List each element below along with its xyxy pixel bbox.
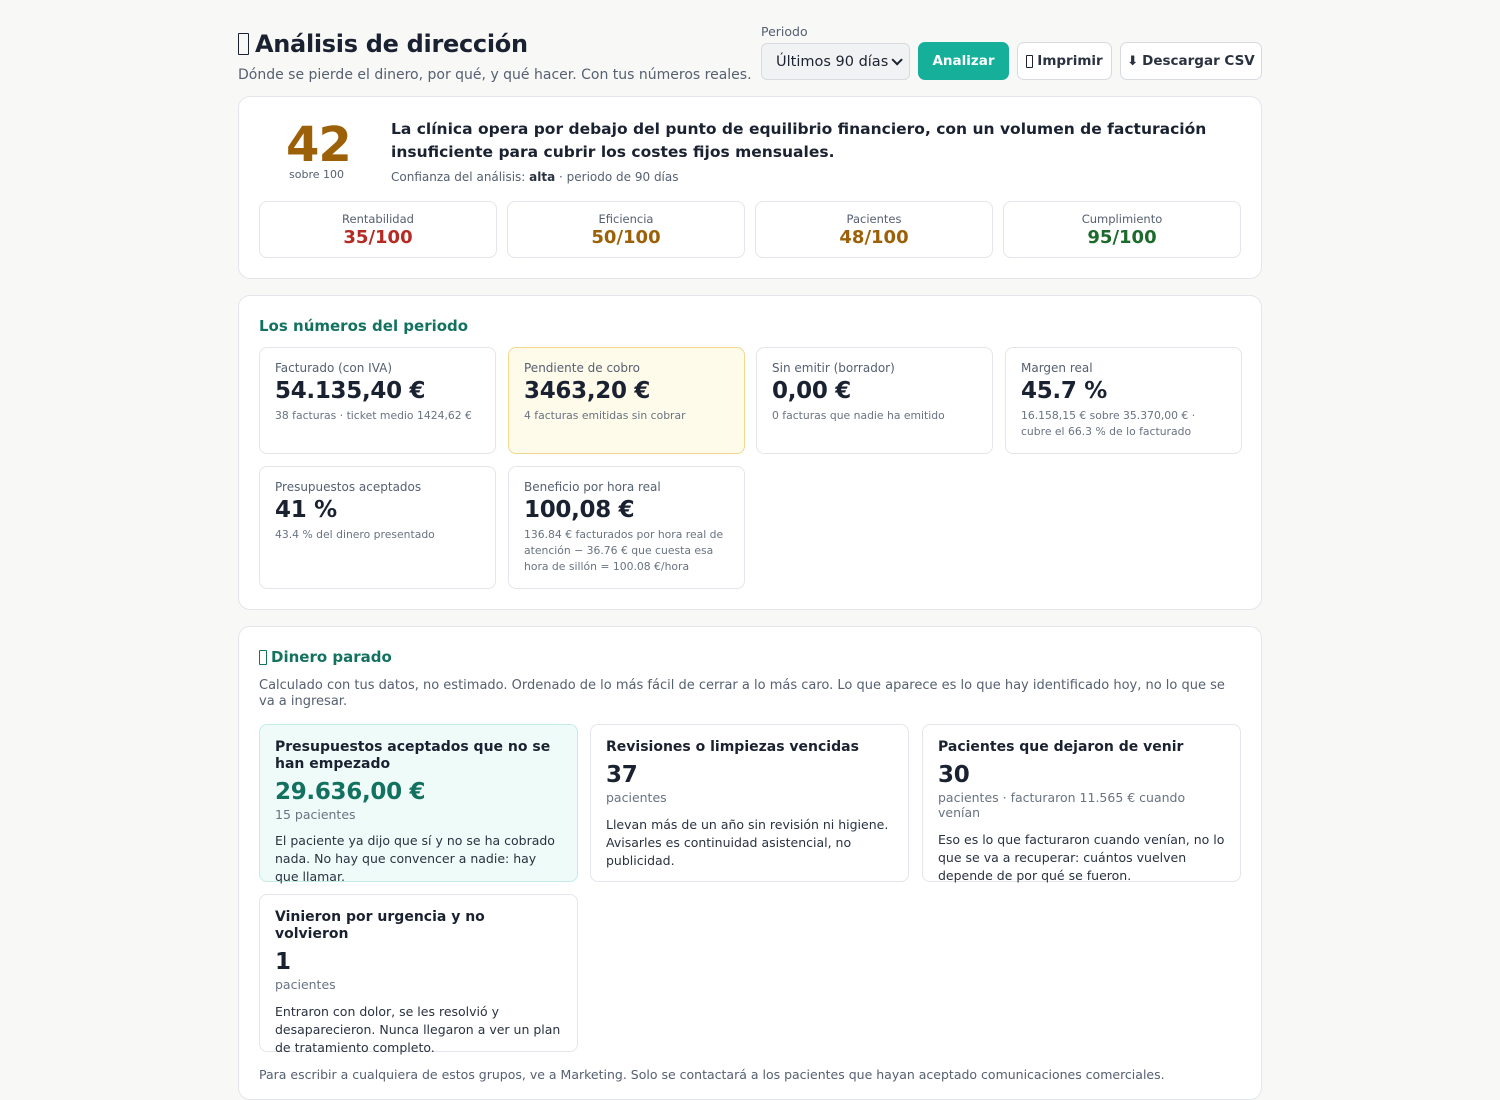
- metric-value: 35/100: [343, 227, 413, 248]
- idle-title: Presupuestos aceptados que no se han emp…: [275, 739, 551, 772]
- idle-unit: pacientes: [275, 977, 336, 992]
- kpi-value: 3463,20 €: [524, 378, 651, 404]
- kpi-draft: Sin emitir (borrador) 0,00 € 0 facturas …: [756, 347, 993, 454]
- metric-label: Pacientes: [846, 212, 902, 226]
- idle-lapsed-patients: Pacientes que dejaron de venir 30 pacien…: [922, 724, 1241, 883]
- metric-eficiencia: Eficiencia 50/100: [507, 201, 745, 258]
- kpi-label: Beneficio por hora real: [524, 480, 661, 494]
- idle-desc: Eso es lo que facturaron cuando venían, …: [938, 832, 1225, 883]
- score-card: 42 sobre 100 La clínica opera por debajo…: [238, 96, 1262, 279]
- kpi-note: 43.4 % del dinero presentado: [275, 528, 435, 541]
- kpi-note: 0 facturas que nadie ha emitido: [772, 409, 945, 422]
- page-title: Análisis de dirección: [238, 30, 752, 58]
- page-subtitle: Dónde se pierde el dinero, por qué, y qu…: [238, 67, 752, 83]
- kpi-value: 0,00 €: [772, 378, 851, 404]
- download-arrow-icon: ⬇: [1127, 53, 1139, 69]
- print-button-label: Imprimir: [1037, 53, 1103, 69]
- section-intro: Calculado con tus datos, no estimado. Or…: [259, 678, 1225, 709]
- idle-title: Vinieron por urgencia y no volvieron: [275, 909, 485, 942]
- period-label: Periodo: [761, 24, 808, 39]
- print-button[interactable]: Imprimir: [1017, 42, 1112, 80]
- title-block: Análisis de dirección Dónde se pierde el…: [238, 30, 752, 83]
- printer-icon: [1026, 54, 1034, 68]
- kpi-value: 45.7 %: [1021, 378, 1107, 404]
- kpi-invoiced: Facturado (con IVA) 54.135,40 € 38 factu…: [259, 347, 496, 454]
- kpi-label: Margen real: [1021, 361, 1093, 375]
- page-header: Análisis de dirección Dónde se pierde el…: [238, 0, 1262, 96]
- kpi-value: 100,08 €: [524, 497, 635, 523]
- page-title-text: Análisis de dirección: [255, 30, 528, 58]
- period-selected-value: Últimos 90 días: [776, 53, 889, 70]
- sub-scores: Rentabilidad 35/100 Eficiencia 50/100 Pa…: [259, 201, 1241, 258]
- score-scale: sobre 100: [289, 168, 344, 181]
- kpi-label: Sin emitir (borrador): [772, 361, 895, 375]
- kpi-note: 4 facturas emitidas sin cobrar: [524, 409, 686, 422]
- period-select[interactable]: Últimos 90 días: [761, 43, 910, 80]
- period-numbers-card: Los números del periodo Facturado (con I…: [238, 295, 1262, 610]
- metric-rentabilidad: Rentabilidad 35/100: [259, 201, 497, 258]
- idle-desc: El paciente ya dijo que sí y no se ha co…: [275, 833, 555, 884]
- confidence-line: Confianza del análisis: alta · periodo d…: [391, 170, 679, 184]
- idle-value: 37: [606, 762, 638, 788]
- idle-overdue-checkups: Revisiones o limpiezas vencidas 37 pacie…: [590, 724, 909, 882]
- chevron-down-icon: [891, 53, 903, 66]
- toolbar: Periodo Últimos 90 días Analizar Imprimi…: [761, 24, 1262, 82]
- section-title-text: Dinero parado: [271, 648, 392, 666]
- kpi-value: 41 %: [275, 497, 337, 523]
- overall-score: 42: [286, 117, 352, 173]
- idle-unit: 15 pacientes: [275, 807, 356, 822]
- analyze-button[interactable]: Analizar: [918, 42, 1009, 80]
- page: Análisis de dirección Dónde se pierde el…: [238, 0, 1262, 1100]
- idle-emergency-no-return: Vinieron por urgencia y no volvieron 1 p…: [259, 894, 578, 1055]
- kpi-note: 16.158,15 € sobre 35.370,00 € · cubre el…: [1021, 409, 1196, 438]
- kpi-note: 38 facturas · ticket medio 1424,62 €: [275, 409, 472, 422]
- metric-label: Cumplimiento: [1081, 212, 1163, 226]
- kpi-label: Pendiente de cobro: [524, 361, 641, 375]
- kpi-profit-per-hour: Beneficio por hora real 100,08 € 136.84 …: [508, 466, 745, 589]
- idle-accepted-not-started: Presupuestos aceptados que no se han emp…: [259, 724, 578, 884]
- metric-value: 48/100: [839, 227, 909, 248]
- idle-title: Pacientes que dejaron de venir: [938, 739, 1184, 755]
- download-csv-button[interactable]: ⬇ Descargar CSV: [1120, 42, 1262, 80]
- section-title: Los números del periodo: [259, 317, 469, 335]
- idle-unit: pacientes · facturaron 11.565 € cuando v…: [938, 790, 1186, 820]
- marketing-footnote: Para escribir a cualquiera de estos grup…: [259, 1067, 1165, 1082]
- download-csv-label: Descargar CSV: [1142, 53, 1255, 69]
- metric-value: 50/100: [591, 227, 661, 248]
- confidence-suffix: · periodo de 90 días: [559, 170, 679, 184]
- idle-value: 1: [275, 949, 291, 975]
- kpi-label: Facturado (con IVA): [275, 361, 393, 375]
- chart-icon: [238, 33, 249, 55]
- idle-desc: Llevan más de un año sin revisión ni hig…: [606, 817, 889, 868]
- kpi-value: 54.135,40 €: [275, 378, 426, 404]
- idle-unit: pacientes: [606, 790, 667, 805]
- idle-title: Revisiones o limpiezas vencidas: [606, 739, 859, 755]
- confidence-level: alta: [529, 170, 556, 184]
- kpi-pending-collection: Pendiente de cobro 3463,20 € 4 facturas …: [508, 347, 745, 454]
- idle-desc: Entraron con dolor, se les resolvió y de…: [275, 1004, 561, 1055]
- confidence-prefix: Confianza del análisis:: [391, 170, 526, 184]
- section-title: Dinero parado: [259, 648, 392, 666]
- idle-value: 30: [938, 762, 970, 788]
- metric-label: Eficiencia: [598, 212, 654, 226]
- metric-value: 95/100: [1087, 227, 1157, 248]
- verdict-text: La clínica opera por debajo del punto de…: [391, 120, 1207, 161]
- kpi-real-margin: Margen real 45.7 % 16.158,15 € sobre 35.…: [1005, 347, 1242, 454]
- kpi-note: 136.84 € facturados por hora real de ate…: [524, 528, 724, 573]
- idle-value: 29.636,00 €: [275, 779, 426, 805]
- kpi-accepted-quotes: Presupuestos aceptados 41 % 43.4 % del d…: [259, 466, 496, 589]
- metric-pacientes: Pacientes 48/100: [755, 201, 993, 258]
- metric-cumplimiento: Cumplimiento 95/100: [1003, 201, 1241, 258]
- money-icon: [259, 649, 267, 665]
- metric-label: Rentabilidad: [342, 212, 414, 226]
- kpi-label: Presupuestos aceptados: [275, 480, 422, 494]
- idle-money-card: Dinero parado Calculado con tus datos, n…: [238, 626, 1262, 1100]
